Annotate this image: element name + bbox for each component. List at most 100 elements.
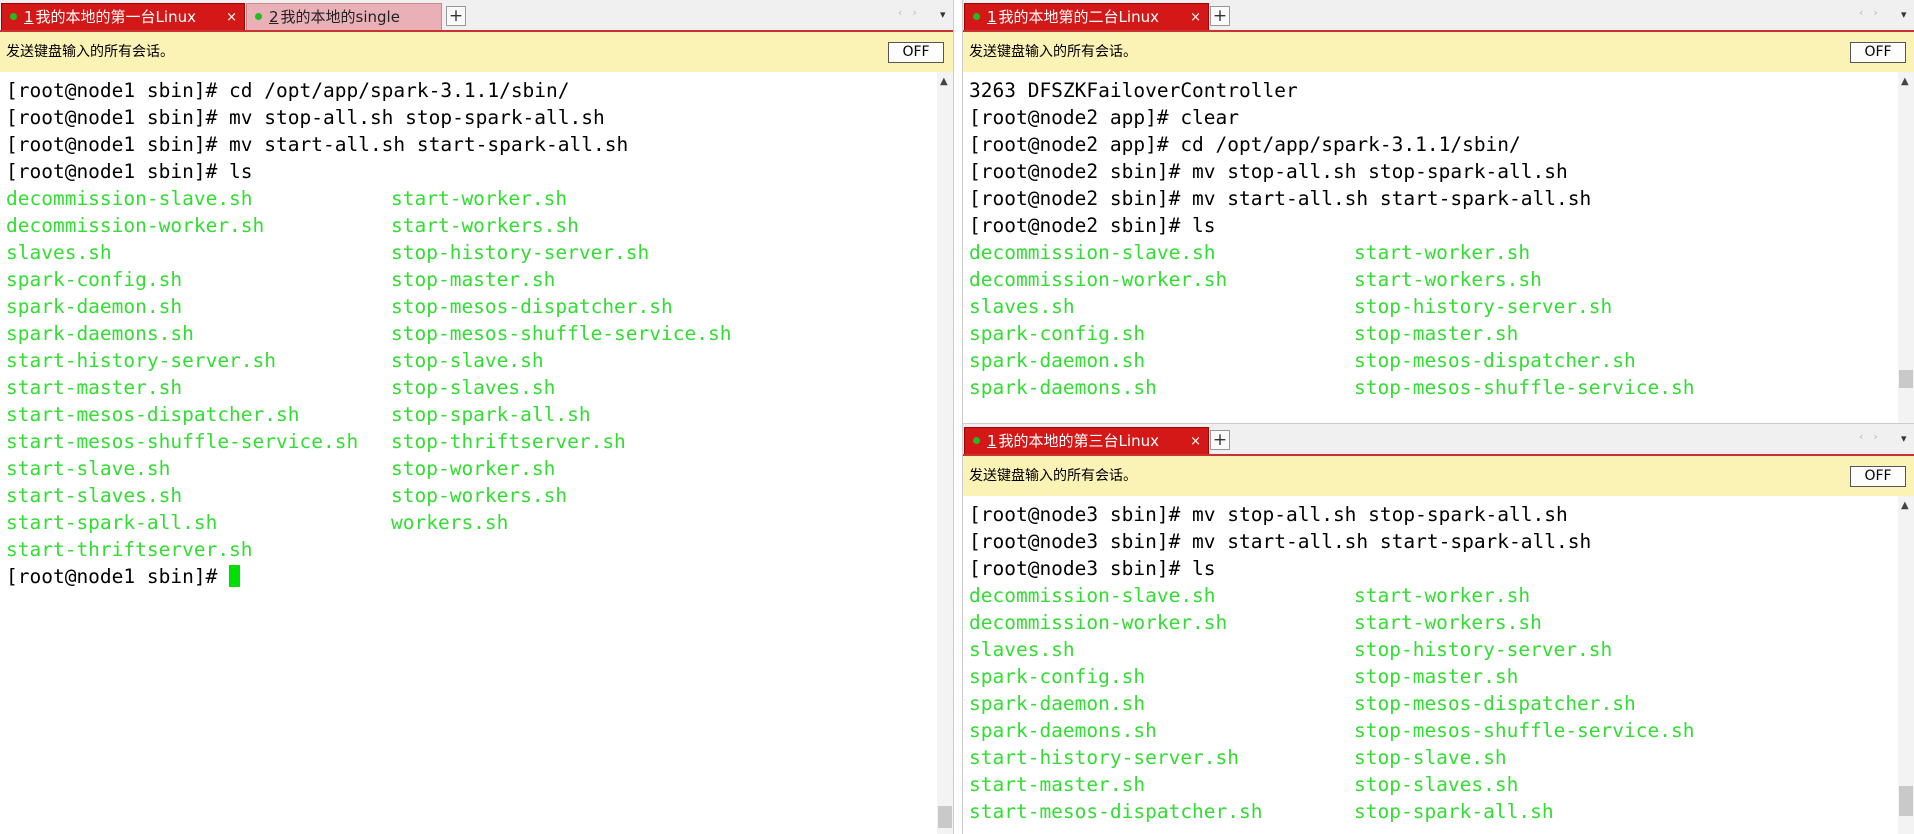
ls-filename: decommission-worker.sh	[969, 611, 1228, 634]
terminal-line: [root@node1 sbin]# cd /opt/app/spark-3.1…	[6, 79, 570, 102]
scrollbar-thumb[interactable]	[1899, 370, 1913, 388]
ls-filename: start-history-server.sh	[6, 349, 277, 372]
ls-row: spark-config.sh stop-master.sh	[969, 663, 1898, 690]
ls-filename: spark-daemon.sh	[6, 295, 183, 318]
terminal-line: [root@node2 sbin]# mv start-all.sh start…	[969, 187, 1592, 210]
scrollbar[interactable]: ▲	[937, 72, 953, 834]
ls-row: decommission-slave.sh start-worker.sh	[6, 185, 937, 212]
ls-filename: stop-master.sh	[391, 268, 556, 291]
ls-filename: stop-worker.sh	[391, 457, 556, 480]
terminal-line: [root@node3 sbin]# mv start-all.sh start…	[969, 530, 1592, 553]
ls-row: start-slaves.sh stop-workers.sh	[6, 482, 937, 509]
scroll-up-icon[interactable]: ▲	[940, 76, 948, 87]
connected-dot-icon	[973, 13, 980, 20]
scrollbar-thumb[interactable]	[1899, 786, 1913, 816]
terminal-output[interactable]: [root@node1 sbin]# cd /opt/app/spark-3.1…	[0, 72, 937, 834]
ls-filename: start-spark-all.sh	[6, 511, 218, 534]
ls-filename: spark-daemon.sh	[969, 349, 1146, 372]
tab-scroll-arrows-icon[interactable]: ‹›	[1859, 6, 1888, 19]
ls-row: decommission-worker.sh start-workers.sh	[6, 212, 937, 239]
ls-filename: decommission-slave.sh	[969, 241, 1216, 264]
ls-row: start-slave.sh stop-worker.sh	[6, 455, 937, 482]
terminal-line: [root@node1 sbin]# mv stop-all.sh stop-s…	[6, 106, 605, 129]
ls-row: spark-daemons.sh stop-mesos-shuffle-servi…	[969, 717, 1898, 744]
broadcast-bar: 发送键盘输入的所有会话。 OFF	[963, 456, 1914, 496]
add-tab-button[interactable]: +	[1210, 430, 1230, 450]
ls-row: start-history-server.sh stop-slave.sh	[6, 347, 937, 374]
tab-number: 1	[987, 432, 997, 450]
add-tab-button[interactable]: +	[1210, 6, 1230, 26]
connected-dot-icon	[255, 13, 262, 20]
broadcast-text: 发送键盘输入的所有会话。	[969, 44, 1137, 60]
tab-label: 我的本地第的二台Linux	[998, 8, 1159, 26]
tab-node3[interactable]: 1 我的本地的第三台Linux ×	[964, 427, 1209, 454]
terminal-line: [root@node2 sbin]# mv stop-all.sh stop-s…	[969, 160, 1568, 183]
connected-dot-icon	[10, 13, 17, 20]
ls-filename: stop-mesos-shuffle-service.sh	[391, 322, 732, 345]
close-tab-icon[interactable]: ×	[226, 4, 237, 31]
ls-row: start-master.sh stop-slaves.sh	[969, 771, 1898, 798]
broadcast-text: 发送键盘输入的所有会话。	[969, 468, 1137, 484]
ls-filename: stop-thriftserver.sh	[391, 430, 626, 453]
tab-menu-icon[interactable]: ▾	[1901, 8, 1907, 21]
ls-row: spark-daemons.sh stop-mesos-shuffle-servi…	[6, 320, 937, 347]
broadcast-off-button[interactable]: OFF	[1850, 42, 1906, 63]
broadcast-off-button[interactable]: OFF	[1850, 466, 1906, 487]
ls-filename: stop-mesos-dispatcher.sh	[1354, 349, 1636, 372]
add-tab-button[interactable]: +	[446, 6, 466, 26]
tab-scroll-arrows-icon[interactable]: ‹›	[1859, 430, 1888, 443]
tab-menu-icon[interactable]: ▾	[940, 8, 946, 21]
scrollbar-thumb[interactable]	[938, 806, 952, 828]
ls-filename: start-slave.sh	[6, 457, 171, 480]
ls-filename: slaves.sh	[969, 638, 1075, 661]
ls-filename: decommission-slave.sh	[969, 584, 1216, 607]
ls-row: spark-daemon.sh stop-mesos-dispatcher.sh	[969, 347, 1898, 374]
ls-row: slaves.sh stop-history-server.sh	[969, 636, 1898, 663]
ls-filename: slaves.sh	[969, 295, 1075, 318]
ls-filename: spark-daemon.sh	[969, 692, 1146, 715]
terminal-pane-node1: 1 我的本地的第一台Linux × 2 我的本地的single + ‹› ▾ 发送键…	[0, 0, 954, 834]
ls-filename: stop-spark-all.sh	[391, 403, 591, 426]
tab-node2[interactable]: 1 我的本地第的二台Linux ×	[964, 3, 1209, 30]
tab-label: 我的本地的第三台Linux	[998, 432, 1159, 450]
ls-filename: workers.sh	[391, 511, 509, 534]
ls-filename: decommission-worker.sh	[6, 214, 265, 237]
tab-single[interactable]: 2 我的本地的single	[246, 3, 442, 30]
terminal-output[interactable]: 3263 DFSZKFailoverController [root@node2 …	[963, 72, 1898, 423]
ls-filename: stop-mesos-dispatcher.sh	[391, 295, 673, 318]
ls-row: decommission-slave.sh start-worker.sh	[969, 239, 1898, 266]
close-tab-icon[interactable]: ×	[1190, 428, 1201, 455]
ls-filename: slaves.sh	[6, 241, 112, 264]
scroll-up-icon[interactable]: ▲	[1901, 500, 1909, 511]
ls-filename: start-workers.sh	[391, 214, 579, 237]
terminal-line: [root@node1 sbin]# mv start-all.sh start…	[6, 133, 629, 156]
ls-filename: start-worker.sh	[1354, 241, 1531, 264]
ls-filename: decommission-slave.sh	[6, 187, 253, 210]
ls-row: spark-daemon.sh stop-mesos-dispatcher.sh	[969, 690, 1898, 717]
broadcast-off-button[interactable]: OFF	[888, 42, 944, 63]
ls-filename: spark-config.sh	[969, 322, 1146, 345]
terminal-line: [root@node3 sbin]# ls	[969, 557, 1216, 580]
scrollbar[interactable]: ▲	[1898, 496, 1914, 834]
ls-filename: spark-daemons.sh	[6, 322, 194, 345]
ls-filename: start-worker.sh	[391, 187, 568, 210]
scrollbar[interactable]: ▲	[1898, 72, 1914, 423]
cursor	[229, 565, 241, 587]
scroll-up-icon[interactable]: ▲	[1901, 76, 1909, 87]
prompt: [root@node1 sbin]#	[6, 565, 230, 588]
tab-scroll-arrows-icon[interactable]: ‹›	[898, 6, 927, 19]
ls-filename: start-workers.sh	[1354, 268, 1542, 291]
ls-row: slaves.sh stop-history-server.sh	[6, 239, 937, 266]
tab-node1[interactable]: 1 我的本地的第一台Linux ×	[1, 3, 245, 30]
broadcast-bar: 发送键盘输入的所有会话。 OFF	[0, 32, 953, 72]
ls-row: start-mesos-dispatcher.sh stop-spark-all.…	[6, 401, 937, 428]
terminal-output[interactable]: [root@node3 sbin]# mv stop-all.sh stop-s…	[963, 496, 1898, 834]
tab-menu-icon[interactable]: ▾	[1901, 432, 1907, 445]
ls-filename: spark-daemons.sh	[969, 376, 1157, 399]
ls-filename: stop-mesos-dispatcher.sh	[1354, 692, 1636, 715]
ls-filename: spark-config.sh	[6, 268, 183, 291]
terminal-line: 3263 DFSZKFailoverController	[969, 79, 1298, 102]
close-tab-icon[interactable]: ×	[1190, 4, 1201, 31]
ls-filename: start-mesos-shuffle-service.sh	[6, 430, 359, 453]
ls-row: slaves.sh stop-history-server.sh	[969, 293, 1898, 320]
